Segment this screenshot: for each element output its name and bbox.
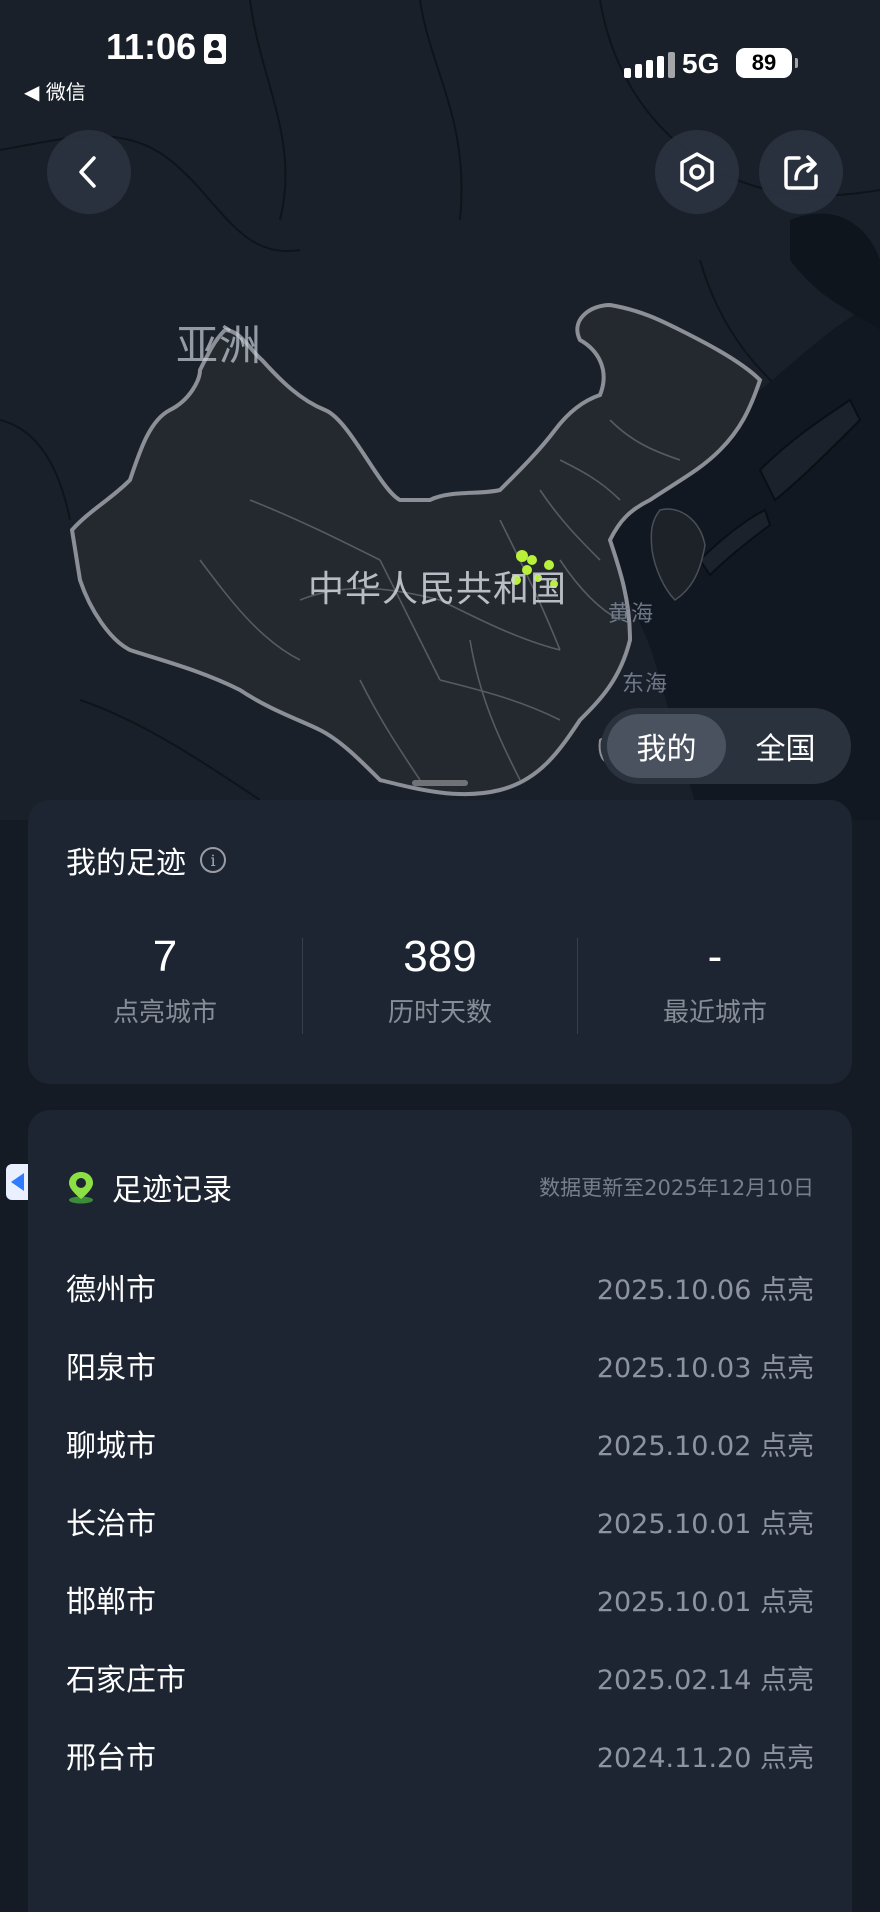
toggle-mine[interactable]: 我的 [607,714,726,778]
sea-label-yellow: 黄海 [608,602,655,627]
records-list: 德州市 2025.10.06 点亮 阳泉市 2025.10.03 点亮 聊城市 … [66,1248,814,1794]
share-button[interactable] [759,130,843,214]
list-item[interactable]: 石家庄市 2025.02.14 点亮 [66,1638,814,1716]
floating-side-tab[interactable] [6,1164,28,1200]
stat-label: 历时天数 [387,998,492,1028]
location-pin-icon [69,1172,93,1204]
stat-days: 389 历时天数 [303,932,577,1042]
list-item[interactable]: 阳泉市 2025.10.03 点亮 [66,1326,814,1404]
record-date: 2025.10.06 点亮 [596,1274,814,1306]
record-date: 2024.11.20 点亮 [596,1742,814,1774]
battery-icon: 89 [736,48,798,78]
footprint-records-card: 足迹记录 数据更新至2025年12月10日 德州市 2025.10.06 点亮 … [28,1110,852,1912]
stat-value: 389 [403,932,477,981]
records-title: 足迹记录 [112,1173,232,1208]
country-label: 中华人民共和国 [308,569,568,610]
list-item[interactable]: 邯郸市 2025.10.01 点亮 [66,1560,814,1638]
record-date: 2025.10.02 点亮 [596,1430,814,1462]
stat-label: 最近城市 [662,998,767,1028]
list-item[interactable]: 长治市 2025.10.01 点亮 [66,1482,814,1560]
record-date: 2025.10.01 点亮 [596,1508,814,1540]
records-header: 足迹记录 数据更新至2025年12月10日 [66,1164,814,1210]
record-city: 邢台市 [66,1741,156,1776]
footprint-stats-card: 我的足迹 i 7 点亮城市 389 历时天数 - 最近城市 [28,800,852,1084]
footprint-screen: 亚洲 中华人民共和国 黄海 东海 11:06 ◀ 微信 5G 89 我的 全国 [0,0,880,1912]
scope-toggle[interactable]: 我的 全国 [601,708,851,784]
stat-lit-cities: 7 点亮城市 [28,932,302,1042]
stat-label: 点亮城市 [112,998,217,1028]
chevron-left-icon [79,156,96,188]
status-time: 11:06 [106,26,197,67]
map-view[interactable]: 亚洲 中华人民共和国 黄海 东海 [0,0,880,820]
toggle-national[interactable]: 全国 [726,714,845,778]
record-city: 阳泉市 [66,1351,156,1386]
sheet-drag-handle[interactable] [412,780,468,786]
record-date: 2025.10.01 点亮 [596,1586,814,1618]
stat-recent-city: - 最近城市 [578,932,852,1042]
record-city: 石家庄市 [66,1663,186,1698]
record-date: 2025.02.14 点亮 [596,1664,814,1696]
record-city: 邯郸市 [66,1585,156,1620]
record-city: 长治市 [66,1507,156,1542]
record-city: 聊城市 [66,1429,156,1464]
hexagon-settings-icon [680,152,714,192]
person-badge-icon [204,34,226,64]
continent-label: 亚洲 [176,321,263,370]
back-button[interactable] [47,130,131,214]
stats-row: 7 点亮城市 389 历时天数 - 最近城市 [28,932,852,1042]
info-icon[interactable]: i [200,847,226,873]
stat-value: - [707,932,723,981]
network-type: 5G [682,48,720,79]
records-updated-text: 数据更新至2025年12月10日 [539,1176,814,1200]
list-item[interactable]: 邢台市 2024.11.20 点亮 [66,1716,814,1794]
list-item[interactable]: 德州市 2025.10.06 点亮 [66,1248,814,1326]
signal-icon [624,52,675,78]
stats-title-row: 我的足迹 i [66,838,226,882]
stats-title: 我的足迹 [66,846,186,881]
share-icon [784,155,818,190]
map-canvas [0,0,880,820]
record-date: 2025.10.03 点亮 [596,1352,814,1384]
list-item[interactable]: 聊城市 2025.10.02 点亮 [66,1404,814,1482]
settings-button[interactable] [655,130,739,214]
record-city: 德州市 [66,1273,156,1308]
stat-value: 7 [152,932,178,981]
sea-label-east: 东海 [622,672,669,697]
back-to-app-link[interactable]: ◀ 微信 [24,76,86,105]
